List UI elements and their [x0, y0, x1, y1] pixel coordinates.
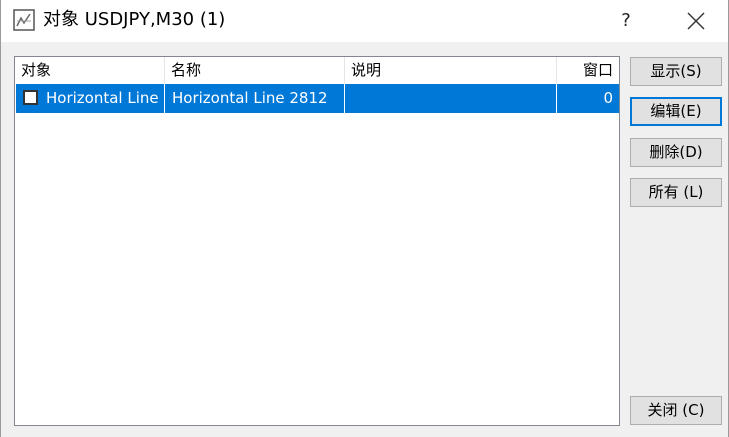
- object-list-icon: [13, 9, 35, 31]
- column-header-description[interactable]: 说明: [345, 57, 557, 83]
- row-checkbox[interactable]: [23, 90, 38, 105]
- select-all-button[interactable]: 所有 (L): [630, 178, 722, 207]
- help-button[interactable]: ?: [606, 6, 646, 36]
- close-icon: [687, 12, 705, 30]
- window-title: 对象 USDJPY,M30 (1): [43, 9, 226, 30]
- delete-button[interactable]: 删除(D): [630, 138, 722, 167]
- edit-button[interactable]: 编辑(E): [630, 97, 722, 126]
- cell-window: 0: [603, 89, 613, 107]
- table-row[interactable]: Horizontal Line Horizontal Line 2812 0: [16, 84, 619, 113]
- show-button[interactable]: 显示(S): [630, 57, 722, 86]
- close-button[interactable]: 关闭 (C): [630, 396, 722, 425]
- cell-object: Horizontal Line: [16, 84, 165, 113]
- cell-description: [345, 84, 557, 113]
- objects-list[interactable]: 对象 名称 说明 窗口 Horizontal Line Horizontal L…: [14, 56, 620, 426]
- column-header-object[interactable]: 对象: [15, 57, 165, 83]
- object-type-label: Horizontal Line: [46, 89, 159, 107]
- close-window-button[interactable]: [674, 6, 718, 36]
- objects-dialog: 对象 USDJPY,M30 (1) ? 对象 名称 说明 窗口 Horizont…: [0, 0, 729, 437]
- cell-name: Horizontal Line 2812: [165, 84, 345, 113]
- column-header-window[interactable]: 窗口: [557, 57, 619, 83]
- title-bar: 对象 USDJPY,M30 (1) ?: [1, 0, 728, 42]
- list-header: 对象 名称 说明 窗口: [15, 57, 619, 83]
- column-header-name[interactable]: 名称: [165, 57, 345, 83]
